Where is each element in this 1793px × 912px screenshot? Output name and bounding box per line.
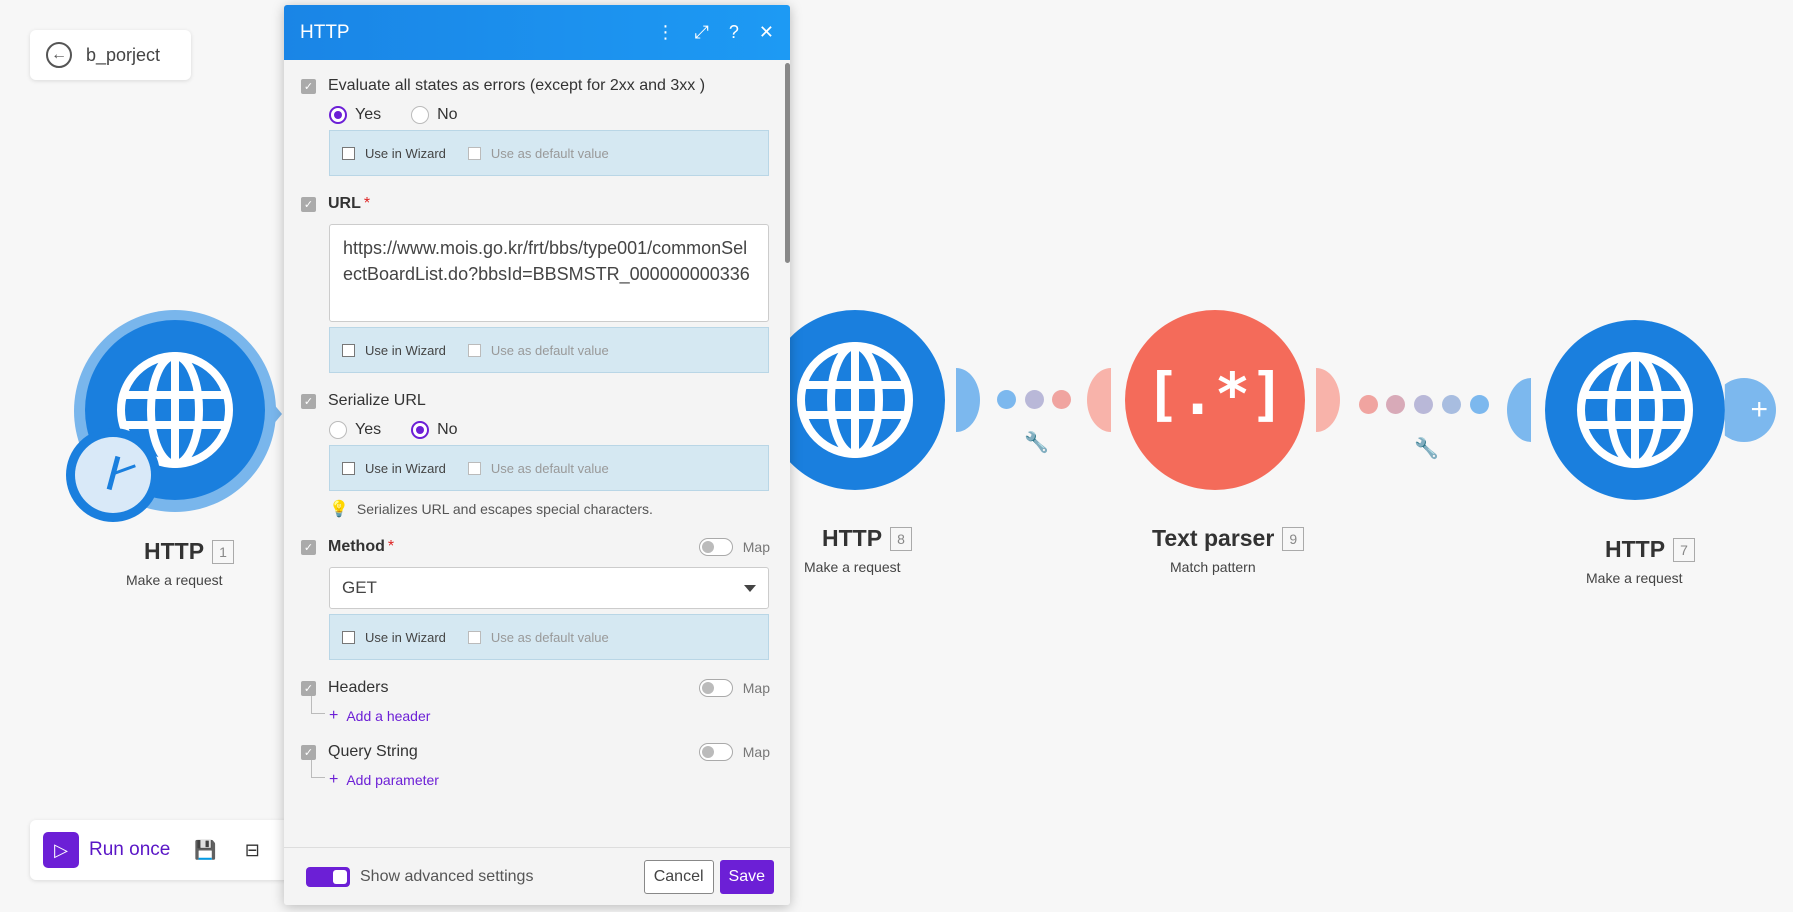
serialize-yes-radio[interactable]: Yes (329, 421, 381, 439)
regex-icon: [.*] (1145, 360, 1285, 428)
module-number: 8 (890, 526, 913, 551)
module-subtitle: Make a request (804, 559, 901, 575)
module-number: 1 (212, 539, 235, 564)
field-label: Headers (328, 679, 389, 696)
globe-icon (797, 342, 913, 458)
collapse-checkbox[interactable]: ✓ (301, 680, 316, 696)
use-as-default-checkbox[interactable] (467, 146, 481, 160)
module-subtitle: Make a request (126, 572, 223, 588)
http-module-dialog: HTTP ⋮ ⤢ ? ✕ ✓ Evaluate all states as er… (284, 5, 790, 905)
help-icon[interactable]: ? (729, 22, 739, 43)
add-parameter-button[interactable]: + Add parameter (311, 760, 770, 794)
play-icon[interactable]: ▷ (43, 832, 79, 868)
headers-field: ✓ Headers Map + Add a header (301, 674, 770, 730)
dialog-header: HTTP ⋮ ⤢ ? ✕ (284, 5, 790, 60)
wizard-options: Use in Wizard Use as default value (329, 327, 769, 373)
use-as-default-checkbox[interactable] (467, 461, 481, 475)
field-label: Query String (328, 743, 418, 760)
run-toolbar: ▷ Run once 💾 ⊟ (30, 820, 290, 880)
query-string-field: ✓ Query String Map + Add parameter (301, 738, 770, 794)
lightbulb-icon: 💡 (329, 501, 349, 518)
wizard-options: Use in Wizard Use as default value (329, 445, 769, 491)
chevron-down-icon (744, 584, 756, 592)
expand-icon[interactable]: ⤢ (694, 22, 708, 43)
scheduling-icon[interactable]: ⊟ (245, 840, 260, 861)
module-subtitle: Match pattern (1170, 559, 1256, 575)
save-icon[interactable]: 💾 (194, 840, 216, 861)
back-to-scenarios-button[interactable]: ← b_porject (30, 30, 191, 80)
scrollbar-thumb[interactable] (785, 63, 790, 263)
module-title: Text parser (1152, 525, 1275, 551)
module-title: HTTP (822, 525, 883, 551)
use-as-default-label: Use as default value (490, 145, 609, 161)
method-field: ✓ Method * Map GET Use in Wizard Use as d… (301, 533, 770, 660)
use-as-default-label: Use as default value (490, 629, 609, 645)
advanced-settings-toggle[interactable] (306, 866, 350, 887)
evaluate-yes-radio[interactable]: Yes (329, 106, 381, 124)
field-label: Serialize URL (328, 392, 426, 409)
use-as-default-checkbox[interactable] (467, 343, 481, 357)
evaluate-no-radio[interactable]: No (411, 106, 458, 124)
use-in-wizard-label: Use in Wizard (365, 460, 446, 476)
use-as-default-checkbox[interactable] (467, 630, 481, 644)
use-in-wizard-label: Use in Wizard (365, 342, 446, 358)
cancel-button[interactable]: Cancel (643, 859, 714, 894)
use-in-wizard-label: Use in Wizard (365, 145, 446, 161)
dialog-body: ✓ Evaluate all states as errors (except … (284, 60, 790, 847)
map-label: Map (742, 539, 770, 555)
wrench-icon[interactable]: 🔧 (1414, 436, 1439, 461)
field-label: URL (328, 195, 361, 212)
wrench-icon[interactable]: 🔧 (1024, 430, 1049, 455)
save-button[interactable]: Save (719, 859, 774, 894)
globe-icon (1577, 352, 1693, 468)
module-number: 9 (1282, 526, 1305, 551)
method-value: GET (342, 578, 377, 597)
collapse-checkbox[interactable]: ✓ (301, 78, 316, 94)
more-vertical-icon[interactable]: ⋮ (656, 22, 674, 43)
use-as-default-label: Use as default value (490, 460, 609, 476)
collapse-checkbox[interactable]: ✓ (301, 744, 316, 760)
use-in-wizard-checkbox[interactable] (342, 343, 355, 357)
map-label: Map (742, 680, 770, 696)
add-header-button[interactable]: + Add a header (311, 696, 770, 730)
scenario-name: b_porject (86, 44, 161, 65)
dialog-footer: Show advanced settings Cancel Save (284, 847, 790, 905)
method-select[interactable]: GET (329, 567, 769, 609)
clock-icon[interactable] (66, 428, 160, 522)
collapse-checkbox[interactable]: ✓ (301, 196, 316, 212)
wizard-options: Use in Wizard Use as default value (329, 130, 769, 176)
map-label: Map (742, 744, 770, 760)
run-once-button[interactable]: Run once (89, 839, 170, 861)
module-number: 7 (1673, 537, 1696, 562)
collapse-checkbox[interactable]: ✓ (301, 539, 316, 555)
plus-icon: + (329, 707, 339, 724)
url-input[interactable]: https://www.mois.go.kr/frt/bbs/type001/c… (329, 224, 769, 322)
module-title: HTTP (144, 538, 205, 564)
module-subtitle: Make a request (1586, 570, 1683, 586)
module-title: HTTP (1605, 536, 1666, 562)
use-in-wizard-checkbox[interactable] (342, 630, 355, 644)
use-as-default-label: Use as default value (490, 342, 609, 358)
arrow-left-circle-icon: ← (46, 42, 72, 68)
dialog-title: HTTP (300, 21, 350, 43)
use-in-wizard-checkbox[interactable] (342, 461, 355, 475)
url-field: ✓ URL * https://www.mois.go.kr/frt/bbs/ty… (301, 190, 770, 373)
plus-icon: + (1750, 393, 1768, 426)
collapse-checkbox[interactable]: ✓ (301, 393, 316, 409)
plus-icon: + (329, 771, 339, 788)
use-in-wizard-checkbox[interactable] (342, 146, 355, 160)
close-icon[interactable]: ✕ (759, 22, 774, 43)
map-toggle[interactable] (698, 679, 733, 697)
serialize-hint: Serializes URL and escapes special chara… (356, 501, 653, 517)
field-label: Evaluate all states as errors (except fo… (328, 77, 706, 94)
evaluate-errors-field: ✓ Evaluate all states as errors (except … (301, 72, 770, 176)
map-toggle[interactable] (698, 538, 733, 556)
serialize-url-field: ✓ Serialize URL Yes No Use in Wizard Use… (301, 387, 770, 519)
serialize-no-radio[interactable]: No (411, 421, 458, 439)
map-toggle[interactable] (698, 743, 733, 761)
field-label: Method (328, 538, 385, 555)
advanced-settings-label: Show advanced settings (360, 867, 534, 885)
use-in-wizard-label: Use in Wizard (365, 629, 446, 645)
wizard-options: Use in Wizard Use as default value (329, 614, 769, 660)
